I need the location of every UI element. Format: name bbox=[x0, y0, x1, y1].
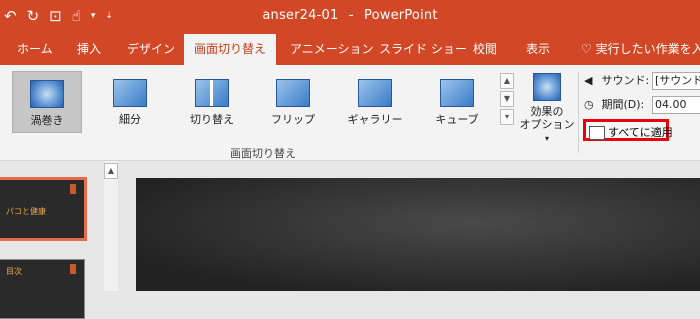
transition-flip[interactable]: フリップ bbox=[259, 71, 327, 131]
title-separator: - bbox=[348, 8, 354, 23]
speaker-icon: ◀ bbox=[584, 74, 593, 87]
transition-gallery[interactable]: ギャラリー bbox=[341, 71, 409, 131]
effect-options-line1: 効果の bbox=[530, 105, 564, 118]
tab-design[interactable]: デザイン bbox=[127, 34, 175, 65]
flip-icon bbox=[276, 79, 310, 107]
tab-animations[interactable]: アニメーション bbox=[290, 34, 374, 65]
ribbon: 渦巻き 細分 切り替え フリップ ギャラリー キューブ ▲ ▼ ▾ 効果の オプ… bbox=[0, 65, 700, 161]
slide-thumbnail[interactable]: 目次 bbox=[0, 259, 85, 319]
tab-slide-show[interactable]: スライド ショー bbox=[379, 34, 467, 65]
sound-select[interactable]: [サウンドなし] bbox=[652, 72, 700, 90]
slide-thumbnail-title: パコと健康 bbox=[6, 207, 46, 216]
slide-thumbnails-pane: パコと健康 目次 bbox=[0, 161, 120, 319]
transition-switch[interactable]: 切り替え bbox=[178, 71, 246, 131]
transition-label: ギャラリー bbox=[347, 113, 403, 126]
duration-label: 期間(D): bbox=[601, 98, 645, 111]
chevron-down-icon: ▾ bbox=[544, 134, 549, 143]
file-name: anser24-01 bbox=[262, 8, 339, 23]
slide-thumbnail[interactable]: パコと健康 bbox=[0, 177, 87, 241]
apply-to-all-label: すべてに適用 bbox=[608, 126, 673, 139]
transition-label: 切り替え bbox=[190, 113, 234, 126]
gallery-scroll: ▲ ▼ ▾ bbox=[500, 73, 514, 127]
duration-input[interactable]: 04.00 bbox=[652, 96, 700, 114]
tell-me-text: 実行したい作業を入力 bbox=[595, 42, 700, 56]
app-name: PowerPoint bbox=[364, 8, 438, 23]
transition-cube[interactable]: キューブ bbox=[423, 71, 491, 131]
title-bar: ↶ ↻ ⊡ ☝ ▾ ⇣ anser24-01 - PowerPoint bbox=[0, 0, 700, 34]
sound-row: ◀ サウンド: bbox=[584, 71, 649, 91]
tab-transitions[interactable]: 画面切り替え bbox=[184, 34, 277, 65]
duration-row: ◷ 期間(D): bbox=[584, 95, 644, 115]
transition-label: 細分 bbox=[119, 113, 141, 126]
tell-me-box[interactable]: ♡ 実行したい作業を入力 bbox=[581, 34, 700, 65]
apply-all-icon bbox=[589, 126, 605, 140]
ribbon-tabs: ホーム 挿入 デザイン 画面切り替え アニメーション スライド ショー 校閲 表… bbox=[0, 34, 700, 65]
sound-label: サウンド: bbox=[601, 74, 650, 87]
switch-icon bbox=[195, 79, 229, 107]
gallery-more-button[interactable]: ▾ bbox=[500, 109, 514, 125]
effect-options-line2: オプション bbox=[519, 118, 575, 131]
scroll-up-button[interactable]: ▲ bbox=[104, 163, 118, 179]
accent-bar bbox=[70, 264, 76, 274]
gallery-up-button[interactable]: ▲ bbox=[500, 73, 514, 89]
transition-label: フリップ bbox=[271, 113, 315, 126]
transition-vortex[interactable]: 渦巻き bbox=[12, 71, 82, 133]
tab-home[interactable]: ホーム bbox=[17, 34, 53, 65]
cube-icon bbox=[440, 79, 474, 107]
slide-thumbnail-title: 目次 bbox=[6, 267, 22, 276]
transition-label: キューブ bbox=[435, 113, 479, 126]
thumbnail-scrollbar[interactable]: ▲ bbox=[104, 161, 118, 291]
effect-options-icon bbox=[533, 73, 561, 101]
apply-to-all-button[interactable]: すべてに適用 bbox=[583, 119, 673, 141]
slide-canvas[interactable] bbox=[136, 178, 700, 291]
effect-options-line2-wrap: オプション ▾ bbox=[518, 118, 576, 145]
transition-label: 渦巻き bbox=[30, 114, 64, 127]
gallery-down-button[interactable]: ▼ bbox=[500, 91, 514, 107]
accent-bar bbox=[70, 184, 76, 194]
tab-view[interactable]: 表示 bbox=[526, 34, 550, 65]
shred-icon bbox=[113, 79, 147, 107]
clock-icon: ◷ bbox=[584, 98, 594, 111]
lightbulb-icon: ♡ bbox=[581, 42, 592, 56]
group-label-transitions: 画面切り替え bbox=[230, 147, 296, 160]
tab-review[interactable]: 校閲 bbox=[473, 34, 497, 65]
vortex-icon bbox=[30, 80, 64, 108]
transition-shred[interactable]: 細分 bbox=[96, 71, 164, 131]
effect-options-button[interactable]: 効果の オプション ▾ bbox=[518, 71, 576, 145]
tab-insert[interactable]: 挿入 bbox=[77, 34, 101, 65]
gallery-icon bbox=[358, 79, 392, 107]
window-title: anser24-01 - PowerPoint bbox=[0, 8, 700, 23]
group-divider bbox=[578, 71, 579, 153]
